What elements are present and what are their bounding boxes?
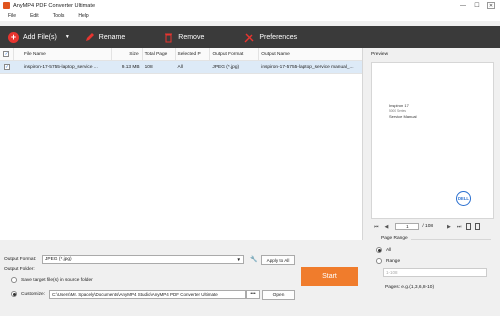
close-icon: ✕ <box>487 2 495 9</box>
table-row[interactable]: ✓ inspiron-17-5755-laptop_service ... 9.… <box>0 61 362 74</box>
customize-option[interactable]: Customize: <box>11 291 45 297</box>
rename-button[interactable]: Rename <box>84 26 125 48</box>
title-bar: AnyMP4 PDF Converter Ultimate — ☐ ✕ <box>0 0 500 11</box>
page-number-input[interactable]: 1 <box>395 223 420 230</box>
minimize-button[interactable]: — <box>456 0 470 11</box>
preview-doc-title: Inspiron 17 <box>389 103 409 108</box>
column-total-page[interactable]: Total Page <box>143 47 176 61</box>
next-page-icon[interactable]: ▶ <box>447 224 451 230</box>
preview-label: Preview <box>371 52 389 57</box>
pencil-icon <box>84 32 95 43</box>
range-input[interactable]: 1-108 <box>383 268 487 277</box>
save-in-source-label: Save target file(s) in source folder <box>21 277 93 283</box>
radio-all[interactable] <box>376 247 382 253</box>
dell-logo-icon: DELL <box>456 191 471 206</box>
column-size[interactable]: Size <box>112 47 143 61</box>
last-page-icon[interactable]: ⏭ <box>457 224 462 230</box>
output-settings: Output Format: JPEG (*.jpg) ▼ 🔧 Apply to… <box>0 240 363 316</box>
app-logo-icon <box>3 2 10 9</box>
preview-doc-series: 5000 Series <box>389 109 407 113</box>
apply-to-all-button[interactable]: Apply to All <box>261 255 295 265</box>
column-selected-pages[interactable]: Selected P <box>176 47 211 61</box>
add-files-button[interactable]: + Add File(s) ▼ <box>8 26 70 48</box>
open-folder-button[interactable]: Open <box>262 290 295 300</box>
radio-customize[interactable] <box>11 291 17 297</box>
column-output-format[interactable]: Output Format <box>210 47 260 61</box>
browse-button[interactable]: ••• <box>246 290 260 299</box>
row-checkbox-cell[interactable]: ✓ <box>0 61 14 74</box>
menu-file[interactable]: File <box>0 13 23 19</box>
radio-range[interactable] <box>376 258 382 264</box>
page-range-title: Page Range <box>381 236 408 241</box>
maximize-button[interactable]: ☐ <box>470 0 484 11</box>
output-path-field[interactable]: C:\Users\Mr. Spacely\Documents\AnyMP4 St… <box>49 290 246 299</box>
toolbar: + Add File(s) ▼ Rename Remove Preference… <box>0 26 500 48</box>
chevron-down-icon[interactable]: ▼ <box>65 34 70 40</box>
page-total: / 108 <box>422 224 434 229</box>
preview-navigation: ⏮ ◀ 1 / 108 ▶ ⏭ <box>371 221 494 232</box>
menu-tools[interactable]: Tools <box>46 13 72 19</box>
column-file-name[interactable]: File Name <box>14 47 112 61</box>
page-range-divider <box>411 239 491 240</box>
page-range-range-option[interactable]: Range <box>376 258 400 264</box>
tools-icon <box>244 32 255 43</box>
radio-save-source[interactable] <box>11 277 17 283</box>
row-checkbox[interactable]: ✓ <box>3 64 10 70</box>
start-button[interactable]: Start <box>301 267 358 286</box>
add-icon: + <box>8 31 19 43</box>
trash-icon <box>163 32 174 43</box>
cell-size: 9.13 MB <box>121 64 140 70</box>
cell-selected-pages[interactable]: All <box>176 61 211 74</box>
cell-output-format[interactable]: JPEG (*.jpg) <box>210 61 259 74</box>
first-page-icon[interactable]: ⏮ <box>374 224 379 230</box>
select-all-checkbox-cell[interactable]: ✓ <box>0 47 14 61</box>
select-all-checkbox[interactable]: ✓ <box>3 51 10 57</box>
save-in-source-option[interactable]: Save target file(s) in source folder <box>11 277 93 283</box>
document-icon[interactable] <box>466 223 472 230</box>
output-format-select[interactable]: JPEG (*.jpg) ▼ <box>42 255 244 264</box>
add-files-label: Add File(s) <box>23 33 57 41</box>
menu-edit[interactable]: Edit <box>23 13 46 19</box>
output-format-label: Output Format: <box>4 257 37 262</box>
remove-button[interactable]: Remove <box>163 26 204 48</box>
cell-file-name: inspiron-17-5755-laptop_service ... <box>23 64 98 70</box>
column-output-name[interactable]: Output Name <box>259 48 362 61</box>
page-range-hint: Pages: e.g.(1,3,6,8-10) <box>385 285 435 290</box>
remove-label: Remove <box>178 33 205 41</box>
radio-all-label: All <box>386 247 392 253</box>
wrench-icon[interactable]: 🔧 <box>250 256 257 263</box>
page-range-all-option[interactable]: All <box>376 247 391 253</box>
radio-range-label: Range <box>386 258 401 264</box>
rename-label: Rename <box>98 33 126 41</box>
window-controls: — ☐ ✕ <box>456 0 500 11</box>
cell-total-page: 108 <box>144 64 153 70</box>
menu-bar: File Edit Tools Help <box>0 11 500 21</box>
preview-doc-subtitle: Service Manual <box>389 114 417 119</box>
previous-page-icon[interactable]: ◀ <box>385 224 389 230</box>
customize-label: Customize: <box>21 291 45 297</box>
preferences-label: Preferences <box>259 33 298 41</box>
cell-output-name[interactable]: inspiron-17-5755-laptop_service manual_.… <box>259 61 362 74</box>
file-list: ✓ File Name Size Total Page Selected P O… <box>0 47 363 240</box>
output-format-value: JPEG (*.jpg) <box>45 257 72 262</box>
close-button[interactable]: ✕ <box>484 0 498 11</box>
chevron-down-icon: ▼ <box>236 257 241 262</box>
window-title: AnyMP4 PDF Converter Ultimate <box>13 2 96 9</box>
menu-help[interactable]: Help <box>71 13 95 19</box>
output-folder-label: Output Folder: <box>4 267 35 272</box>
save-page-icon[interactable] <box>475 223 481 230</box>
file-list-header: ✓ File Name Size Total Page Selected P O… <box>0 47 362 61</box>
preview-pane: Inspiron 17 5000 Series Service Manual D… <box>371 62 494 219</box>
preferences-button[interactable]: Preferences <box>244 26 297 48</box>
